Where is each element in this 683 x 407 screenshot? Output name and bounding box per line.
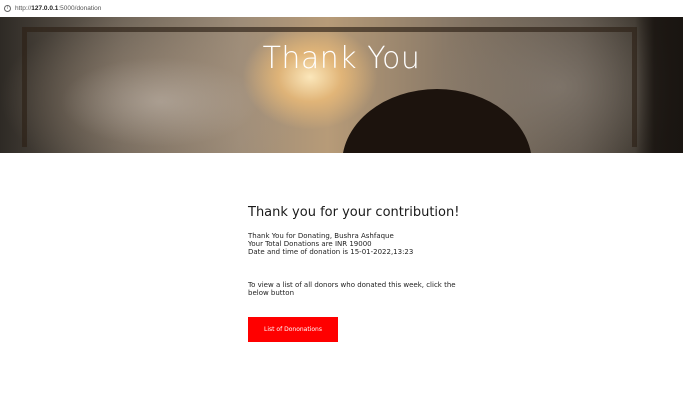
url-scheme: http:// bbox=[15, 5, 32, 12]
confirmation-section: Thank you for your contribution! Thank Y… bbox=[248, 205, 488, 297]
info-icon[interactable]: i bbox=[4, 5, 11, 12]
hero-title: Thank You bbox=[262, 41, 421, 76]
page-heading: Thank you for your contribution! bbox=[248, 205, 460, 220]
url-host: 127.0.0.1 bbox=[31, 5, 59, 12]
donation-datetime-line: Date and time of donation is 15-01-2022,… bbox=[248, 248, 414, 256]
instruction-text: To view a list of all donors who donated… bbox=[248, 281, 456, 297]
hero-banner: Thank You bbox=[0, 17, 683, 153]
url-path: :5000/donation bbox=[58, 5, 102, 12]
address-bar[interactable]: i http://127.0.0.1:5000/donation bbox=[0, 0, 683, 17]
donor-list-instruction: To view a list of all donors who donated… bbox=[248, 281, 468, 297]
donation-details: Thank You for Donating, Bushra Ashfaque … bbox=[248, 232, 488, 256]
total-donations-line: Your Total Donations are INR 19000 bbox=[248, 240, 372, 248]
list-donations-button[interactable]: List of Dononations bbox=[248, 317, 338, 342]
donor-name-line: Thank You for Donating, Bushra Ashfaque bbox=[248, 232, 394, 240]
hero-shadow bbox=[635, 17, 683, 153]
